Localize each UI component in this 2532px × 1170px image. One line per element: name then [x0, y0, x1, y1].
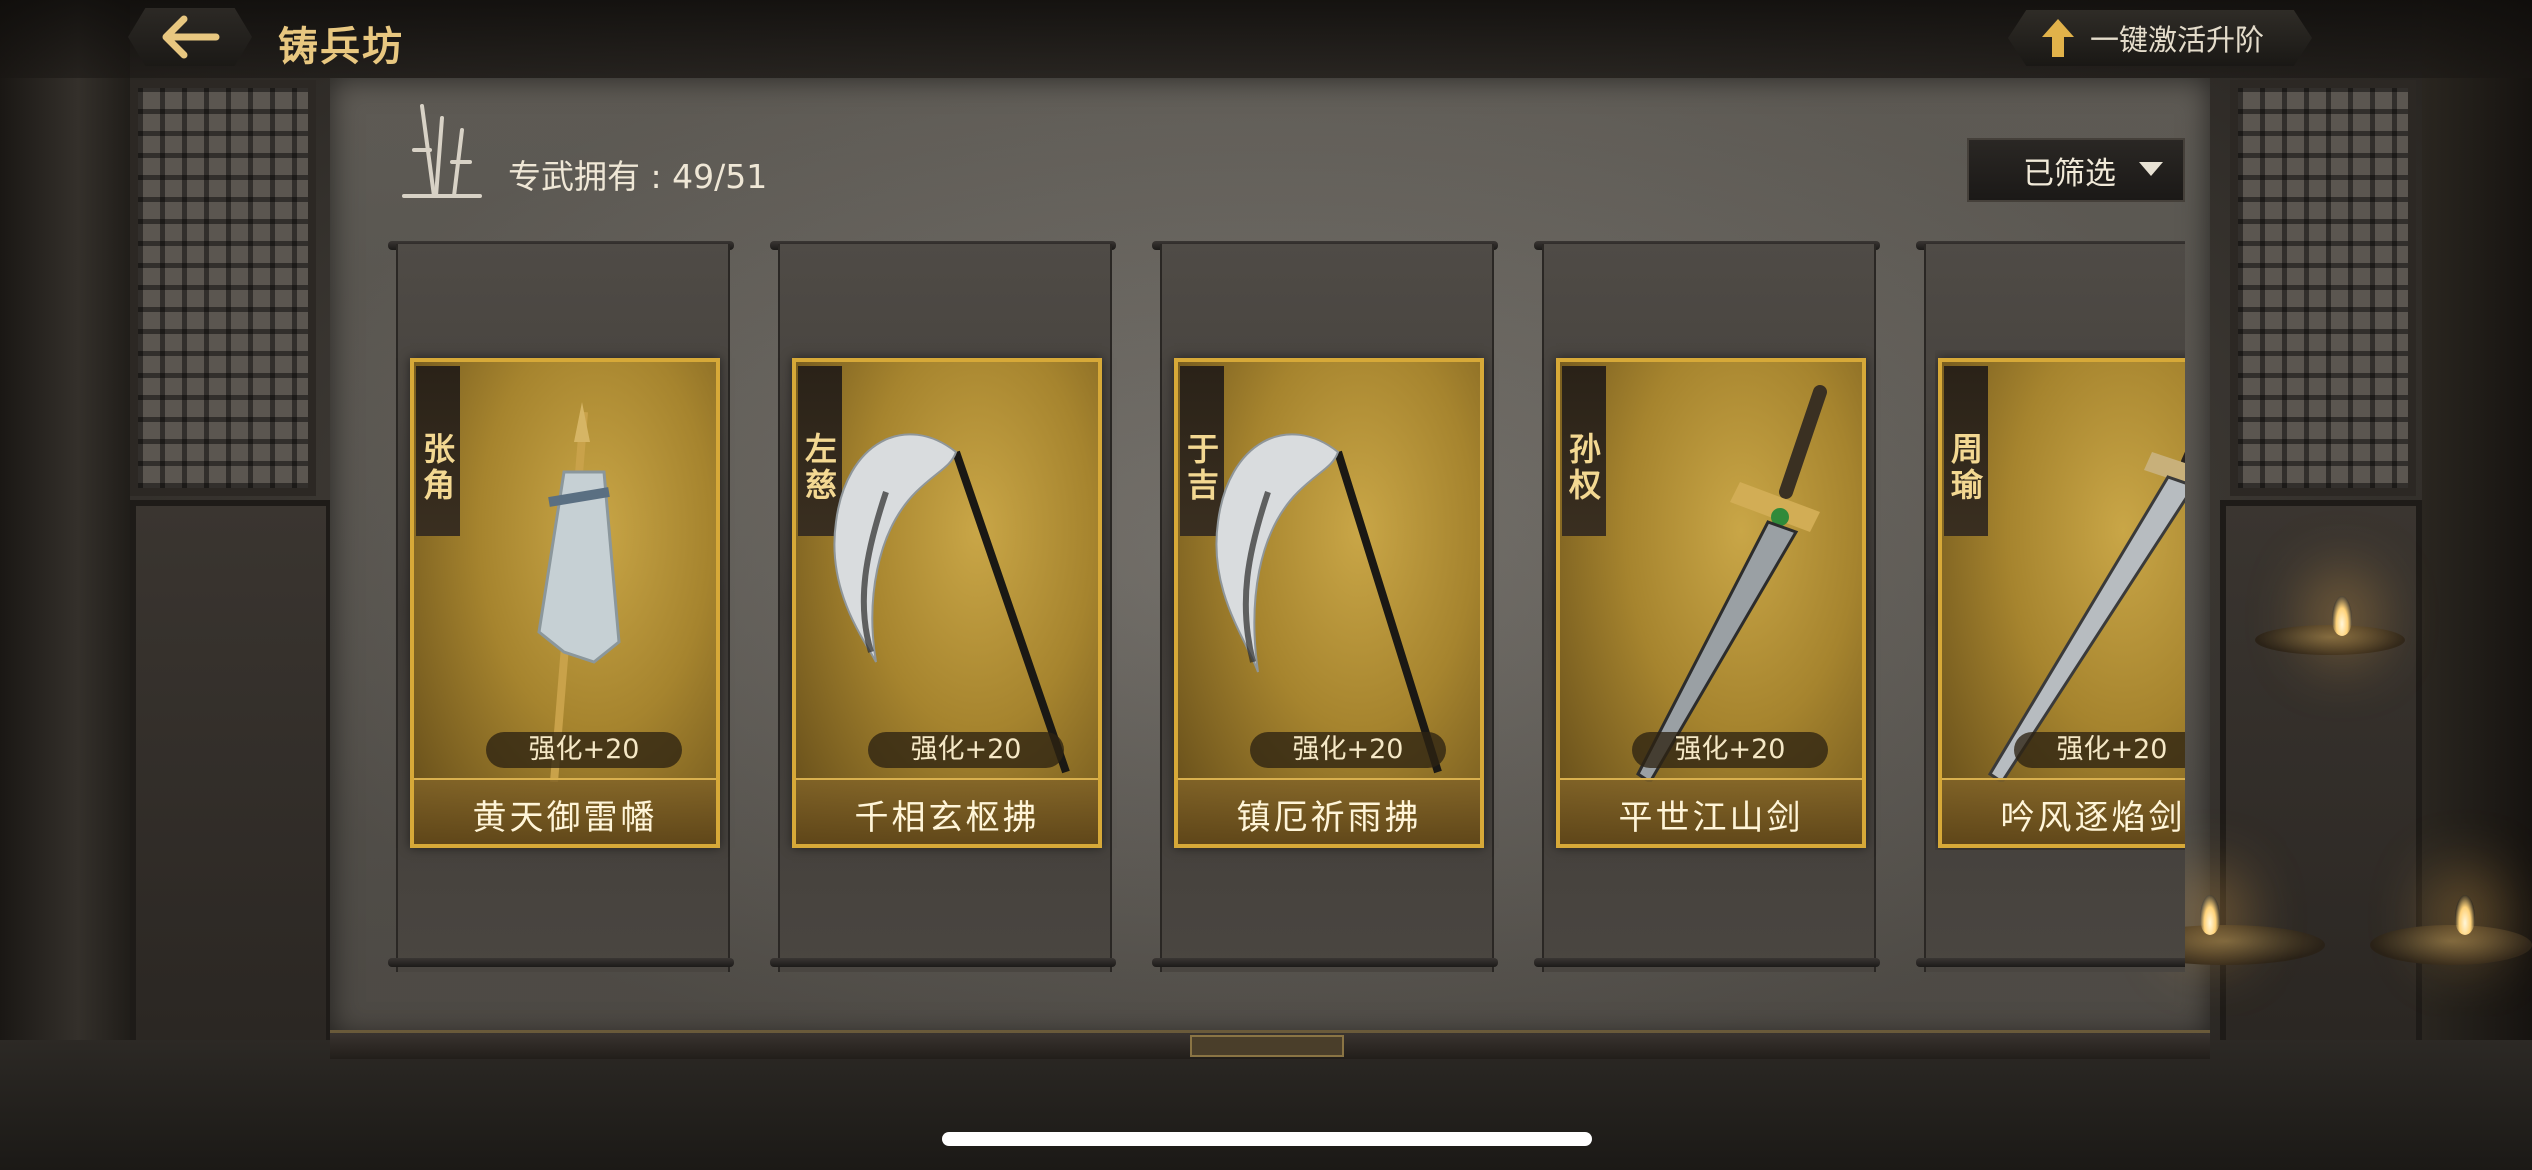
weapon-name: 千相玄枢拂: [854, 798, 1040, 838]
enhance-level-badge: 强化+20: [868, 732, 1064, 768]
scroll-rod: [388, 958, 734, 967]
right-pillar: [2422, 0, 2532, 1170]
scroll-rod: [770, 958, 1116, 967]
filter-label: 已筛选: [2023, 155, 2116, 192]
candle-flame: [2455, 895, 2475, 935]
sword-icon: [1636, 385, 1827, 782]
activate-upgrade-label: 一键激活升阶: [2090, 23, 2265, 57]
weapon-name-bar: 镇厄祈雨拂: [1178, 778, 1480, 844]
right-door: [2220, 500, 2422, 1072]
candle-stand: [2255, 625, 2405, 655]
weapon-name-bar: 千相玄枢拂: [796, 778, 1098, 844]
enhance-level-badge: 强化+20: [1250, 732, 1446, 768]
scroll-rod: [1916, 958, 2185, 967]
enhance-level-badge: 强化+20: [1632, 732, 1828, 768]
card-clip: 周瑜 强化+20 吟风逐焰剑: [1935, 350, 2185, 850]
enhance-level-badge: 强化+20: [2014, 732, 2185, 768]
whisk-icon: [1215, 433, 1442, 774]
enhance-level-badge: 强化+20: [486, 732, 682, 768]
display-wall-base: [330, 1030, 2210, 1059]
arrow-up-icon: [2042, 19, 2074, 57]
weapon-name: 吟风逐焰剑: [2000, 798, 2185, 838]
weapon-card[interactable]: 周瑜 强化+20 吟风逐焰剑: [1938, 358, 2185, 848]
candle-stand: [2370, 925, 2532, 965]
right-lattice-window: [2230, 80, 2416, 496]
home-indicator[interactable]: [942, 1132, 1592, 1146]
scroll-rod: [1534, 958, 1880, 967]
back-button[interactable]: [128, 8, 252, 66]
sword-icon: [1987, 451, 2185, 782]
activate-upgrade-button[interactable]: 一键激活升阶: [2008, 10, 2312, 66]
weapon-name-bar: 黄天御雷幡: [414, 778, 716, 844]
left-pillar: [0, 0, 130, 1170]
floor: [0, 1040, 2532, 1170]
base-ornament: [1190, 1035, 1344, 1057]
whisk-icon: [833, 433, 1070, 774]
weapons-rack-icon: [402, 104, 482, 198]
left-door: [130, 500, 332, 1072]
weapon-card[interactable]: 张角 强化+20 黄天御雷幡: [410, 358, 720, 848]
page-title: 铸兵坊: [278, 23, 404, 70]
candle-flame: [2200, 895, 2220, 935]
weapon-name-bar: 吟风逐焰剑: [1942, 778, 2185, 844]
weapon-name: 镇厄祈雨拂: [1236, 798, 1422, 838]
weapon-card[interactable]: 孙权 强化+20 平世江山剑: [1556, 358, 1866, 848]
weapon-name: 平世江山剑: [1618, 798, 1804, 838]
chevron-down-icon: [2139, 162, 2163, 176]
left-lattice-window: [130, 80, 316, 496]
owned-count: 专武拥有 : 49/51: [508, 157, 768, 196]
weapon-card[interactable]: 左慈 强化+20 千相玄枢拂: [792, 358, 1102, 848]
weapon-card[interactable]: 于吉 强化+20 镇厄祈雨拂: [1174, 358, 1484, 848]
arrow-left-icon: [162, 15, 220, 59]
banner-icon: [537, 402, 621, 782]
scroll-rod: [1152, 958, 1498, 967]
candle-flame: [2332, 596, 2352, 636]
weapon-name: 黄天御雷幡: [472, 798, 658, 838]
weapon-name-bar: 平世江山剑: [1560, 778, 1862, 844]
filter-dropdown[interactable]: 已筛选: [1967, 138, 2185, 202]
